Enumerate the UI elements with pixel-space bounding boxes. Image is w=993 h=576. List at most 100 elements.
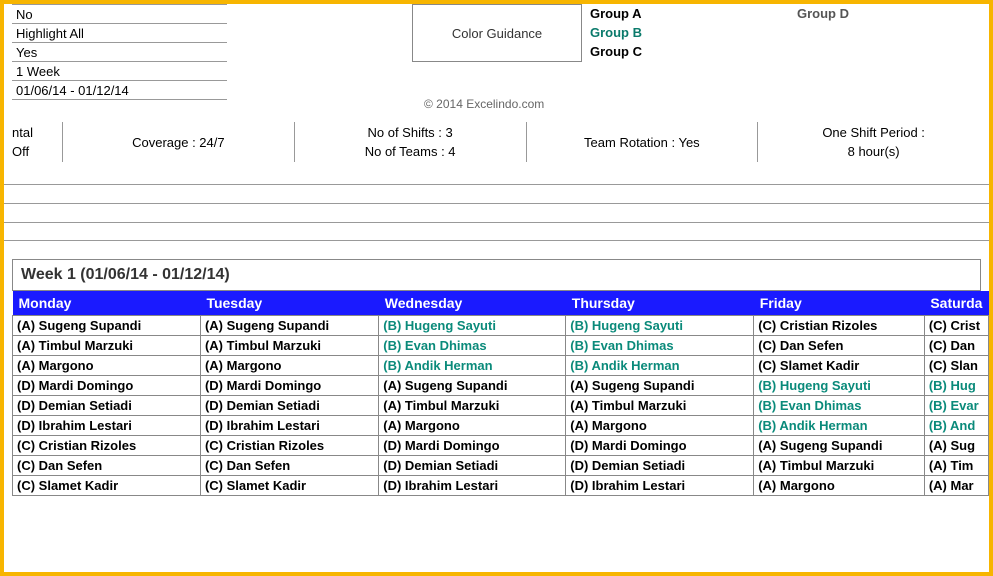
- table-row: (D) Demian Setiadi(D) Demian Setiadi(A) …: [13, 396, 989, 416]
- teams-text: No of Teams : 4: [317, 142, 504, 161]
- schedule-cell: (C) Dan Sefen: [200, 456, 378, 476]
- group-c-label: Group C: [590, 42, 642, 61]
- schedule-cell: (B) Andik Herman: [379, 356, 566, 376]
- schedule-cell: (C) Dan Sefen: [754, 336, 925, 356]
- schedule-cell: (B) Evan Dhimas: [754, 396, 925, 416]
- schedule-cell: (A) Sugeng Supandi: [379, 376, 566, 396]
- schedule-cell: (A) Timbul Marzuki: [566, 396, 754, 416]
- summary-left: ntal Off: [4, 123, 54, 161]
- day-header-saturday: Saturda: [924, 291, 988, 316]
- schedule-cell: (B) Hugeng Sayuti: [566, 316, 754, 336]
- schedule-cell: (A) Margono: [200, 356, 378, 376]
- table-row: (A) Sugeng Supandi(A) Sugeng Supandi(B) …: [13, 316, 989, 336]
- table-row: (D) Ibrahim Lestari(D) Ibrahim Lestari(A…: [13, 416, 989, 436]
- setting-row[interactable]: Highlight All: [12, 24, 227, 43]
- schedule-cell: (D) Ibrahim Lestari: [379, 476, 566, 496]
- color-guidance-box: Color Guidance: [412, 4, 582, 62]
- day-header-tuesday: Tuesday: [200, 291, 378, 316]
- setting-row[interactable]: 01/06/14 - 01/12/14: [12, 81, 227, 100]
- period-cell: One Shift Period : 8 hour(s): [766, 123, 981, 161]
- schedule-cell: (A) Margono: [754, 476, 925, 496]
- day-header-friday: Friday: [754, 291, 925, 316]
- schedule-cell: (D) Mardi Domingo: [379, 436, 566, 456]
- coverage-cell: Coverage : 24/7: [71, 133, 286, 152]
- divider: [4, 203, 989, 222]
- schedule-cell: (D) Mardi Domingo: [200, 376, 378, 396]
- divider: [4, 184, 989, 203]
- schedule-cell: (A) Timbul Marzuki: [200, 336, 378, 356]
- separator: [294, 122, 295, 162]
- day-header-wednesday: Wednesday: [379, 291, 566, 316]
- schedule-cell: (B) Andik Herman: [754, 416, 925, 436]
- group-a-label: Group A: [590, 4, 642, 23]
- schedule-cell: (B) Evan Dhimas: [566, 336, 754, 356]
- separator: [526, 122, 527, 162]
- top-section: No Highlight All Yes 1 Week 01/06/14 - 0…: [4, 4, 989, 100]
- divider: [4, 222, 989, 241]
- group-b-label: Group B: [590, 23, 642, 42]
- schedule-cell: (B) Evan Dhimas: [379, 336, 566, 356]
- schedule-body: (A) Sugeng Supandi(A) Sugeng Supandi(B) …: [13, 316, 989, 496]
- schedule-cell: (D) Ibrahim Lestari: [200, 416, 378, 436]
- schedule-cell: (A) Timbul Marzuki: [379, 396, 566, 416]
- schedule-cell: (A) Timbul Marzuki: [13, 336, 201, 356]
- schedule-cell: (A) Tim: [924, 456, 988, 476]
- schedule-cell: (C) Slamet Kadir: [13, 476, 201, 496]
- schedule-cell: (D) Ibrahim Lestari: [566, 476, 754, 496]
- schedule-cell: (B) And: [924, 416, 988, 436]
- coverage-text: Coverage : 24/7: [85, 133, 272, 152]
- schedule-cell: (C) Dan Sefen: [13, 456, 201, 476]
- schedule-cell: (D) Demian Setiadi: [200, 396, 378, 416]
- schedule-cell: (D) Demian Setiadi: [566, 456, 754, 476]
- table-row: (A) Margono(A) Margono(B) Andik Herman(B…: [13, 356, 989, 376]
- schedule-cell: (C) Cristian Rizoles: [754, 316, 925, 336]
- schedule-cell: (A) Sug: [924, 436, 988, 456]
- setting-row[interactable]: No: [12, 5, 227, 24]
- setting-row[interactable]: 1 Week: [12, 62, 227, 81]
- schedule-cell: (B) Evar: [924, 396, 988, 416]
- schedule-cell: (A) Sugeng Supandi: [13, 316, 201, 336]
- table-row: (C) Slamet Kadir(C) Slamet Kadir(D) Ibra…: [13, 476, 989, 496]
- table-header-row: Monday Tuesday Wednesday Thursday Friday…: [13, 291, 989, 316]
- setting-row[interactable]: Yes: [12, 43, 227, 62]
- week-title: Week 1 (01/06/14 - 01/12/14): [12, 259, 981, 291]
- schedule-cell: (C) Cristian Rizoles: [13, 436, 201, 456]
- schedule-cell: (B) Hugeng Sayuti: [379, 316, 566, 336]
- schedule-cell: (B) Hug: [924, 376, 988, 396]
- summary-left-line: Off: [12, 142, 54, 161]
- shifts-text: No of Shifts : 3: [317, 123, 504, 142]
- schedule-cell: (C) Slamet Kadir: [754, 356, 925, 376]
- shifts-cell: No of Shifts : 3 No of Teams : 4: [303, 123, 518, 161]
- schedule-cell: (D) Demian Setiadi: [13, 396, 201, 416]
- summary-left-line: ntal: [12, 123, 54, 142]
- day-header-thursday: Thursday: [566, 291, 754, 316]
- group-d-label: Group D: [797, 4, 849, 23]
- schedule-cell: (A) Margono: [13, 356, 201, 376]
- day-header-monday: Monday: [13, 291, 201, 316]
- groups-right: Group D: [797, 4, 849, 100]
- copyright-text: © 2014 Excelindo.com: [424, 97, 544, 111]
- table-row: (D) Mardi Domingo(D) Mardi Domingo(A) Su…: [13, 376, 989, 396]
- schedule-cell: (D) Demian Setiadi: [379, 456, 566, 476]
- schedule-cell: (C) Crist: [924, 316, 988, 336]
- summary-row: ntal Off Coverage : 24/7 No of Shifts : …: [4, 118, 989, 166]
- schedule-cell: (A) Mar: [924, 476, 988, 496]
- groups-left: Group A Group B Group C: [590, 4, 642, 100]
- schedule-cell: (C) Dan: [924, 336, 988, 356]
- schedule-cell: (A) Margono: [379, 416, 566, 436]
- schedule-cell: (A) Margono: [566, 416, 754, 436]
- schedule-cell: (D) Mardi Domingo: [566, 436, 754, 456]
- schedule-cell: (B) Andik Herman: [566, 356, 754, 376]
- schedule-cell: (A) Sugeng Supandi: [566, 376, 754, 396]
- schedule-cell: (C) Cristian Rizoles: [200, 436, 378, 456]
- period-text-2: 8 hour(s): [780, 142, 967, 161]
- separator: [62, 122, 63, 162]
- schedule-cell: (D) Mardi Domingo: [13, 376, 201, 396]
- schedule-cell: (C) Slan: [924, 356, 988, 376]
- schedule-cell: (A) Timbul Marzuki: [754, 456, 925, 476]
- separator: [757, 122, 758, 162]
- hr-lines: [4, 184, 989, 241]
- table-row: (C) Dan Sefen(C) Dan Sefen(D) Demian Set…: [13, 456, 989, 476]
- schedule-table: Monday Tuesday Wednesday Thursday Friday…: [12, 291, 989, 496]
- rotation-cell: Team Rotation : Yes: [535, 133, 750, 152]
